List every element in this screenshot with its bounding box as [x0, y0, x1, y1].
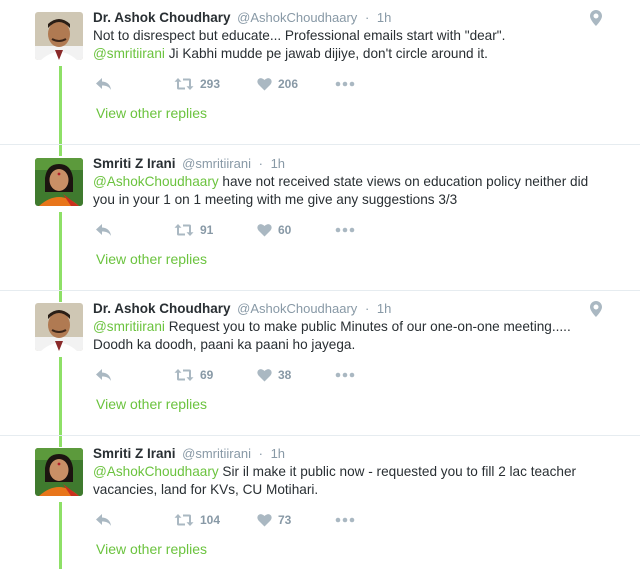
more-button[interactable]: [335, 367, 355, 383]
retweet-count: 91: [200, 223, 214, 237]
heart-icon: [257, 224, 272, 237]
mention-link[interactable]: @smritiirani: [93, 319, 165, 334]
like-count: 206: [278, 77, 299, 91]
more-button[interactable]: [335, 76, 355, 92]
mention-link[interactable]: @AshokChoudhaary: [93, 464, 219, 479]
tweet-text-line: Not to disrespect but educate... Profess…: [93, 28, 506, 43]
tweet-header: Smriti Z Irani @smritiirani · 1h: [93, 156, 285, 172]
view-other-replies-link[interactable]: View other replies: [96, 105, 207, 121]
tweet: Smriti Z Irani @smritiirani · 1h @AshokC…: [0, 146, 640, 291]
retweet-button[interactable]: 293: [174, 76, 220, 92]
avatar-smriti[interactable]: [35, 448, 83, 496]
like-button[interactable]: 38: [257, 367, 291, 383]
tweet-time[interactable]: 1h: [377, 10, 391, 25]
author-name[interactable]: Dr. Ashok Choudhary: [93, 301, 231, 316]
mention-link[interactable]: @AshokChoudhaary: [93, 174, 219, 189]
tweet-header: Dr. Ashok Choudhary @AshokChoudhaary · 1…: [93, 10, 391, 26]
tweet-text-rest: Request you to make public Minutes of ou…: [93, 319, 571, 352]
retweet-count: 69: [200, 368, 214, 382]
author-name[interactable]: Smriti Z Irani: [93, 446, 176, 461]
retweet-icon: [174, 369, 194, 381]
tweet: Dr. Ashok Choudhary @AshokChoudhaary · 1…: [0, 291, 640, 436]
avatar-smriti[interactable]: [35, 158, 83, 206]
separator-dot: ·: [258, 446, 263, 461]
retweet-icon: [174, 514, 194, 526]
retweet-icon: [174, 78, 194, 90]
like-count: 60: [278, 223, 292, 237]
separator-dot: ·: [364, 10, 370, 25]
view-other-replies-link[interactable]: View other replies: [96, 396, 207, 412]
like-button[interactable]: 206: [257, 76, 298, 92]
retweet-count: 104: [200, 513, 221, 527]
retweet-icon: [174, 224, 194, 236]
tweet-header: Dr. Ashok Choudhary @AshokChoudhaary · 1…: [93, 301, 391, 317]
tweet-text-rest: Ji Kabhi mudde pe jawab dijiye, don't ci…: [164, 46, 488, 61]
separator-dot: ·: [258, 156, 263, 171]
mention-link[interactable]: @smritiirani: [93, 46, 165, 61]
tweet: Dr. Ashok Choudhary @AshokChoudhaary · 1…: [0, 0, 640, 145]
tweet-time[interactable]: 1h: [271, 156, 285, 171]
like-button[interactable]: 60: [257, 222, 291, 238]
view-other-replies-link[interactable]: View other replies: [96, 251, 207, 267]
author-name[interactable]: Smriti Z Irani: [93, 156, 176, 171]
more-icon: [335, 227, 355, 233]
retweet-count: 293: [200, 77, 221, 91]
retweet-button[interactable]: 91: [174, 222, 213, 238]
tweet: Smriti Z Irani @smritiirani · 1h @AshokC…: [0, 436, 640, 569]
reply-icon: [96, 369, 111, 381]
more-icon: [335, 81, 355, 87]
author-handle[interactable]: @smritiirani: [182, 446, 251, 461]
reply-icon: [96, 514, 111, 526]
more-icon: [335, 517, 355, 523]
heart-icon: [257, 78, 272, 91]
tweet-actions: 293 206: [93, 76, 393, 92]
author-name[interactable]: Dr. Ashok Choudhary: [93, 10, 231, 25]
author-handle[interactable]: @smritiirani: [182, 156, 251, 171]
tweet-text: @AshokChoudhaary have not received state…: [93, 173, 613, 209]
tweet-header: Smriti Z Irani @smritiirani · 1h: [93, 446, 285, 462]
tweet-actions: 69 38: [93, 367, 393, 383]
tweet-actions: 91 60: [93, 222, 393, 238]
reply-icon: [96, 224, 111, 236]
author-handle[interactable]: @AshokChoudhaary: [237, 301, 357, 316]
tweet-time[interactable]: 1h: [377, 301, 391, 316]
tweet-text: Not to disrespect but educate... Profess…: [93, 27, 613, 63]
like-count: 73: [278, 513, 292, 527]
separator-dot: ·: [364, 301, 370, 316]
view-other-replies-link[interactable]: View other replies: [96, 541, 207, 557]
heart-icon: [257, 369, 272, 382]
author-handle[interactable]: @AshokChoudhaary: [237, 10, 357, 25]
more-icon: [335, 372, 355, 378]
reply-button[interactable]: [95, 367, 112, 383]
location-pin-icon[interactable]: [590, 301, 602, 317]
retweet-button[interactable]: 104: [174, 512, 220, 528]
reply-icon: [96, 78, 111, 90]
reply-button[interactable]: [95, 222, 112, 238]
reply-button[interactable]: [95, 76, 112, 92]
heart-icon: [257, 514, 272, 527]
avatar-ashok[interactable]: [35, 12, 83, 60]
tweet-actions: 104 73: [93, 512, 393, 528]
avatar-ashok[interactable]: [35, 303, 83, 351]
reply-button[interactable]: [95, 512, 112, 528]
more-button[interactable]: [335, 512, 355, 528]
like-button[interactable]: 73: [257, 512, 291, 528]
tweet-time[interactable]: 1h: [271, 446, 285, 461]
tweet-text: @smritiirani Request you to make public …: [93, 318, 613, 354]
more-button[interactable]: [335, 222, 355, 238]
like-count: 38: [278, 368, 292, 382]
tweet-text: @AshokChoudhaary Sir il make it public n…: [93, 463, 613, 499]
location-pin-icon[interactable]: [590, 10, 602, 26]
retweet-button[interactable]: 69: [174, 367, 213, 383]
